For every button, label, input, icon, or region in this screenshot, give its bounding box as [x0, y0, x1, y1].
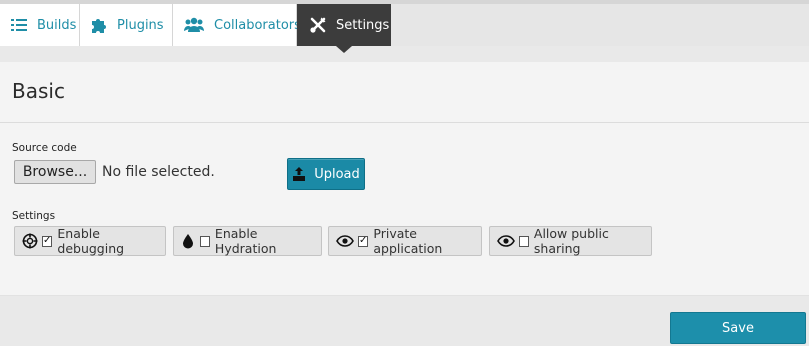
users-icon: [183, 16, 205, 34]
file-status: No file selected.: [102, 164, 215, 180]
enable-debugging-toggle[interactable]: ✓ Enable debugging: [14, 226, 166, 256]
allow-public-sharing-toggle[interactable]: Allow public sharing: [489, 226, 652, 256]
puzzle-icon: [90, 16, 108, 34]
tab-settings-label: Settings: [336, 17, 390, 33]
section-divider: [0, 122, 809, 123]
option-label: Allow public sharing: [533, 226, 609, 256]
wrench-screwdriver-icon: [309, 16, 327, 34]
settings-panel: Basic Source code Browse... No file sele…: [0, 62, 809, 295]
upload-icon: [292, 166, 306, 182]
checkbox-checked[interactable]: ✓: [42, 235, 53, 247]
checkbox-unchecked[interactable]: [519, 235, 529, 247]
upload-label: Upload: [314, 166, 360, 182]
option-label: Enable debugging: [57, 226, 125, 256]
eye-icon: [336, 233, 354, 249]
crosshair-icon: [22, 233, 38, 249]
tab-plugins-label: Plugins: [117, 17, 164, 33]
source-code-label: Source code: [12, 142, 77, 154]
checkbox-unchecked[interactable]: [199, 235, 210, 247]
settings-label: Settings: [12, 210, 56, 222]
tab-builds-label: Builds: [37, 17, 77, 33]
option-label: Private application: [373, 226, 443, 256]
list-icon: [10, 16, 28, 34]
tab-settings[interactable]: Settings: [297, 4, 391, 53]
tab-builds[interactable]: Builds: [0, 4, 80, 46]
browse-button[interactable]: Browse...: [14, 160, 96, 184]
footer-divider: [0, 295, 809, 296]
checkbox-checked[interactable]: ✓: [358, 235, 369, 247]
tab-plugins[interactable]: Plugins: [80, 4, 173, 46]
section-title: Basic: [12, 79, 65, 103]
save-button[interactable]: Save: [670, 312, 806, 344]
option-label: Enable Hydration: [214, 226, 277, 256]
upload-button[interactable]: Upload: [287, 158, 365, 190]
enable-hydration-toggle[interactable]: Enable Hydration: [173, 226, 322, 256]
droplet-icon: [181, 233, 196, 249]
tab-collaborators[interactable]: Collaborators: [173, 4, 301, 46]
tab-collaborators-label: Collaborators: [214, 17, 301, 33]
eye-icon: [497, 233, 515, 249]
tab-bar: Builds Plugins Collaborators Settings: [0, 4, 809, 53]
private-application-toggle[interactable]: ✓ Private application: [328, 226, 482, 256]
